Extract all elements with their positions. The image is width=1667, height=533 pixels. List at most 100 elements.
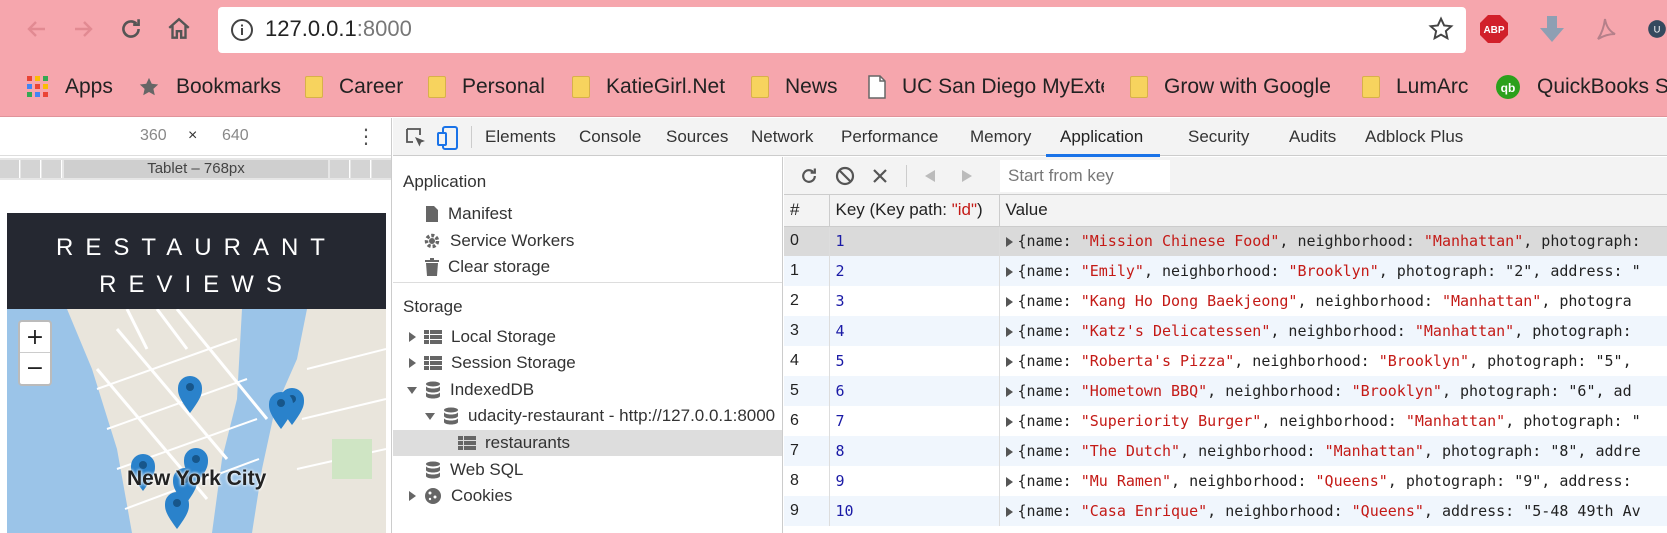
inspect-element-icon[interactable]	[405, 127, 427, 153]
sidebar-item-label: udacity-restaurant - http://127.0.0.1:80…	[468, 406, 776, 425]
value-tail: , address: "5-48 49th Av	[1423, 502, 1641, 520]
bookmark-lumarc[interactable]: LumArc	[1362, 71, 1468, 103]
bookmark-bookmarks[interactable]: Bookmarks	[138, 71, 281, 103]
device-width[interactable]: 360	[140, 127, 167, 145]
expand-value-icon[interactable]	[1005, 386, 1013, 397]
expand-value-icon[interactable]	[1005, 236, 1013, 247]
device-toolbar-icon[interactable]	[437, 125, 459, 155]
bookmark-career[interactable]: Career	[305, 71, 403, 103]
sidebar-item-clear-storage[interactable]: Clear storage	[425, 254, 550, 280]
column-header-index[interactable]: #	[784, 195, 830, 227]
media-query-tablet[interactable]: Tablet – 768px	[64, 160, 328, 178]
sidebar-item-service-workers[interactable]: Service Workers	[423, 228, 574, 254]
expand-value-icon[interactable]	[1005, 296, 1013, 307]
expand-value-icon[interactable]	[1005, 416, 1013, 427]
reload-button[interactable]	[116, 14, 146, 44]
expand-value-icon[interactable]	[1005, 356, 1013, 367]
table-row[interactable]: 9 10 {name: "Casa Enrique", neighborhood: …	[784, 496, 1667, 526]
map[interactable]: + − New York City	[7, 309, 386, 533]
media-query-bar: Tablet – 768px	[0, 158, 391, 180]
expand-value-icon[interactable]	[1005, 326, 1013, 337]
sidebar-item-store-restaurants[interactable]: restaurants	[393, 430, 782, 456]
collapse-icon[interactable]	[407, 386, 417, 394]
table-row[interactable]: 2 3 {name: "Kang Ho Dong Baekjeong", neigh…	[784, 286, 1667, 316]
sidebar-item-session-storage[interactable]: Session Storage	[409, 350, 576, 376]
value-tail: , photograph: "8", addre	[1423, 442, 1641, 460]
url-port: :8000	[356, 16, 412, 41]
row-index: 9	[784, 496, 830, 526]
bookmark-grow-with-google[interactable]: Grow with Google	[1130, 71, 1331, 103]
sidebar-item-local-storage[interactable]: Local Storage	[409, 324, 556, 350]
expand-icon[interactable]	[409, 332, 416, 342]
adblock-plus-icon[interactable]: ABP	[1477, 12, 1511, 46]
table-row[interactable]: 4 5 {name: "Roberta's Pizza", neighborhood…	[784, 346, 1667, 376]
row-index: 6	[784, 406, 830, 436]
folder-icon	[751, 76, 769, 98]
site-title[interactable]: RESTAURANT REVIEWS	[7, 229, 386, 303]
map-marker-icon[interactable]	[269, 392, 293, 429]
table-row[interactable]: 7 8 {name: "The Dutch", neighborhood: "Man…	[784, 436, 1667, 466]
row-index: 2	[784, 286, 830, 316]
bookmark-ucsd[interactable]: UC San Diego MyExte	[868, 71, 1104, 103]
more-options-icon[interactable]: ⋮	[356, 124, 376, 148]
collapse-icon[interactable]	[425, 412, 435, 420]
clear-object-store-icon[interactable]	[834, 165, 856, 187]
table-row[interactable]: 6 7 {name: "Superiority Burger", neighborh…	[784, 406, 1667, 436]
bookmark-star-icon[interactable]	[1428, 16, 1454, 46]
bookmark-personal[interactable]: Personal	[428, 71, 545, 103]
map-marker-icon[interactable]	[178, 376, 202, 413]
table-row[interactable]: 8 9 {name: "Mu Ramen", neighborhood: "Quee…	[784, 466, 1667, 496]
sidebar-item-indexeddb[interactable]: IndexedDB	[407, 377, 534, 403]
home-button[interactable]	[164, 14, 194, 44]
expand-value-icon[interactable]	[1005, 446, 1013, 457]
folder-icon	[305, 76, 323, 98]
tab-sources[interactable]: Sources	[666, 118, 728, 156]
table-row[interactable]: 3 4 {name: "Katz's Delicatessen", neighbor…	[784, 316, 1667, 346]
map-marker-icon[interactable]	[165, 492, 189, 529]
tab-performance[interactable]: Performance	[841, 118, 938, 156]
info-icon[interactable]	[230, 18, 254, 46]
divider	[393, 282, 782, 283]
table-row[interactable]: 1 2 {name: "Emily", neighborhood: "Brookly…	[784, 256, 1667, 286]
sidebar-item-cookies[interactable]: Cookies	[409, 483, 512, 509]
bookmark-apps[interactable]: Apps	[27, 71, 113, 103]
tab-adblock-plus[interactable]: Adblock Plus	[1365, 118, 1463, 156]
tab-network[interactable]: Network	[751, 118, 813, 156]
table-row[interactable]: 0 1 {name: "Mission Chinese Food", neighbo…	[784, 226, 1667, 256]
expand-value-icon[interactable]	[1005, 266, 1013, 277]
tab-console[interactable]: Console	[579, 118, 641, 156]
tab-elements[interactable]: Elements	[485, 118, 556, 156]
sidebar-item-manifest[interactable]: Manifest	[425, 201, 512, 227]
next-page-icon[interactable]	[956, 165, 978, 187]
refresh-icon[interactable]	[798, 165, 820, 187]
expand-value-icon[interactable]	[1005, 506, 1013, 517]
column-header-key[interactable]: Key (Key path: "id")	[829, 195, 1000, 227]
expand-icon[interactable]	[409, 358, 416, 368]
value-name: "Hometown BBQ"	[1080, 382, 1208, 400]
tab-memory[interactable]: Memory	[970, 118, 1031, 156]
column-header-value[interactable]: Value	[999, 195, 1667, 227]
sidebar-item-web-sql[interactable]: Web SQL	[425, 457, 523, 483]
tab-security[interactable]: Security	[1188, 118, 1249, 156]
sidebar-item-db-udacity-restaurant[interactable]: udacity-restaurant - http://127.0.0.1:80…	[425, 403, 775, 429]
database-icon	[443, 407, 459, 425]
forward-button[interactable]	[68, 14, 98, 44]
expand-icon[interactable]	[409, 491, 416, 501]
tab-audits[interactable]: Audits	[1289, 118, 1336, 156]
bookmark-katiegirl[interactable]: KatieGirl.Net	[572, 71, 725, 103]
bookmark-news[interactable]: News	[751, 71, 838, 103]
back-button[interactable]	[22, 14, 52, 44]
extension-u-icon[interactable]: U	[1647, 12, 1667, 46]
address-bar[interactable]: 127.0.0.1:8000	[218, 7, 1466, 53]
device-height[interactable]: 640	[222, 127, 249, 145]
previous-page-icon[interactable]	[919, 165, 941, 187]
svg-text:U: U	[1654, 24, 1661, 35]
bookmark-quickbooks[interactable]: qb QuickBooks Se	[1495, 71, 1667, 103]
start-from-key-input[interactable]	[1000, 160, 1170, 192]
table-row[interactable]: 5 6 {name: "Hometown BBQ", neighborhood: "…	[784, 376, 1667, 406]
expand-value-icon[interactable]	[1005, 476, 1013, 487]
delete-selected-icon[interactable]	[869, 165, 891, 187]
download-icon[interactable]	[1535, 12, 1569, 46]
pdf-icon[interactable]	[1589, 12, 1623, 46]
tab-application[interactable]: Application	[1045, 118, 1161, 157]
